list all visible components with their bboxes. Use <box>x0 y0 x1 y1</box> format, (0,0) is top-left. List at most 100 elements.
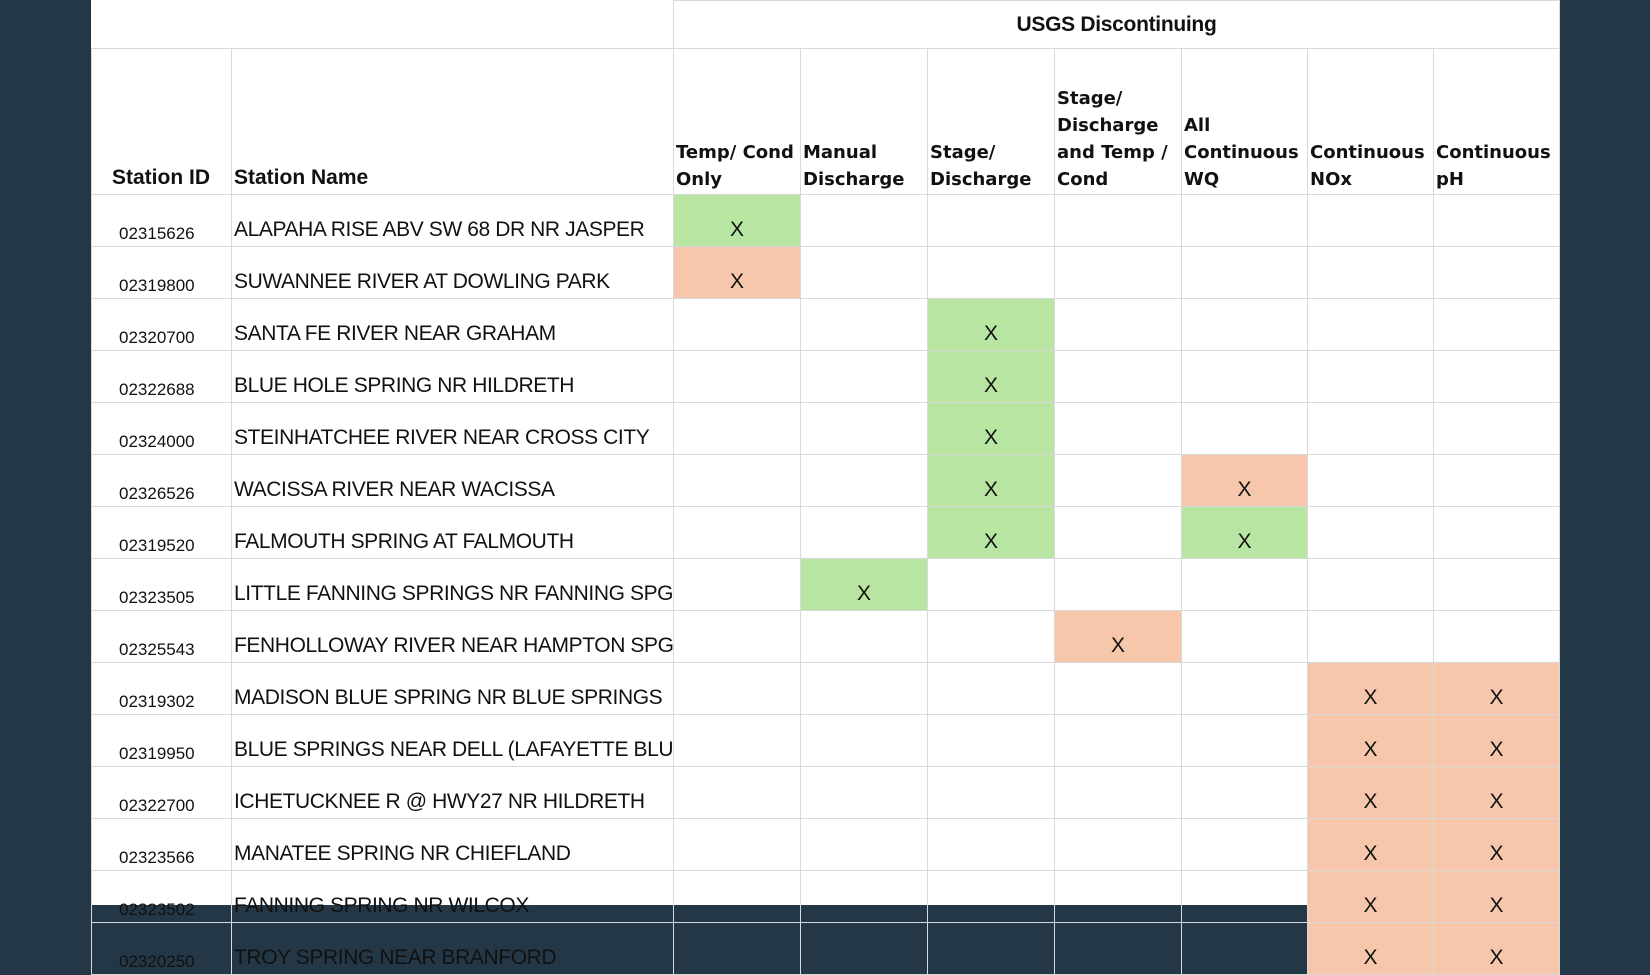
table-row: 02324000 STEINHATCHEE RIVER NEAR CROSS CI… <box>91 402 1561 455</box>
mark-cell: X <box>1432 922 1561 975</box>
station-id-cell: 02320250 <box>91 922 232 975</box>
station-id-cell: 02320700 <box>91 298 232 351</box>
mark-cell: X <box>1307 662 1434 715</box>
empty-cell <box>927 818 1055 871</box>
empty-cell <box>800 870 928 923</box>
empty-cell <box>1054 402 1182 455</box>
empty-cell <box>1054 506 1182 559</box>
station-name-cell: FANNING SPRING NR WILCOX <box>231 870 674 923</box>
empty-cell <box>673 610 801 663</box>
station-id-cell: 02322688 <box>91 350 232 403</box>
super-header: USGS Discontinuing <box>672 0 1561 49</box>
table-row: 02320250 TROY SPRING NEAR BRANFORD X X <box>91 922 1561 975</box>
table-row: 02319302 MADISON BLUE SPRING NR BLUE SPRI… <box>91 662 1561 715</box>
header-station-id: Station ID <box>91 48 232 195</box>
empty-cell <box>1181 714 1308 767</box>
table-body: 02315626 ALAPAHA RISE ABV SW 68 DR NR JAS… <box>91 194 1561 975</box>
empty-cell <box>1307 610 1434 663</box>
mark-cell: X <box>1307 922 1434 975</box>
empty-cell <box>1181 558 1308 611</box>
empty-cell <box>1307 246 1434 299</box>
empty-cell <box>1181 818 1308 871</box>
empty-cell <box>927 922 1055 975</box>
header-blank-cell <box>91 0 674 49</box>
mark-cell: X <box>1432 714 1561 767</box>
empty-cell <box>1054 246 1182 299</box>
station-id-cell: 02325543 <box>91 610 232 663</box>
empty-cell <box>673 402 801 455</box>
empty-cell <box>800 246 928 299</box>
table-row: 02322688 BLUE HOLE SPRING NR HILDRETH X <box>91 350 1561 403</box>
table-row: 02319520 FALMOUTH SPRING AT FALMOUTH X X <box>91 506 1561 559</box>
station-name-cell: BLUE SPRINGS NEAR DELL (LAFAYETTE BLUE) <box>231 714 674 767</box>
empty-cell <box>1181 298 1308 351</box>
empty-cell <box>1054 818 1182 871</box>
mark-cell: X <box>1307 766 1434 819</box>
station-name-cell: ALAPAHA RISE ABV SW 68 DR NR JASPER <box>231 194 674 247</box>
empty-cell <box>1432 506 1561 559</box>
empty-cell <box>927 766 1055 819</box>
header-column: Stage/ Discharge <box>927 48 1055 195</box>
empty-cell <box>927 714 1055 767</box>
empty-cell <box>800 402 928 455</box>
table-row: 02320700 SANTA FE RIVER NEAR GRAHAM X <box>91 298 1561 351</box>
empty-cell <box>673 870 801 923</box>
empty-cell <box>1054 662 1182 715</box>
empty-cell <box>1432 558 1561 611</box>
mark-cell: X <box>1307 714 1434 767</box>
empty-cell <box>673 766 801 819</box>
empty-cell <box>800 766 928 819</box>
header-column: Continuous pH <box>1432 48 1561 195</box>
empty-cell <box>800 662 928 715</box>
empty-cell <box>800 714 928 767</box>
table-row: 02323502 FANNING SPRING NR WILCOX X X <box>91 870 1561 923</box>
table-row: 02326526 WACISSA RIVER NEAR WACISSA X X <box>91 454 1561 507</box>
station-id-cell: 02319520 <box>91 506 232 559</box>
empty-cell <box>927 194 1055 247</box>
header-column: Temp/ Cond Only <box>673 48 801 195</box>
empty-cell <box>1181 922 1308 975</box>
empty-cell <box>1054 922 1182 975</box>
empty-cell <box>1432 246 1561 299</box>
empty-cell <box>800 298 928 351</box>
empty-cell <box>1432 350 1561 403</box>
station-name-cell: BLUE HOLE SPRING NR HILDRETH <box>231 350 674 403</box>
station-name-cell: FENHOLLOWAY RIVER NEAR HAMPTON SPGS <box>231 610 674 663</box>
empty-cell <box>1181 870 1308 923</box>
empty-cell <box>1181 246 1308 299</box>
empty-cell <box>800 194 928 247</box>
table-row: 02323505 LITTLE FANNING SPRINGS NR FANNIN… <box>91 558 1561 611</box>
empty-cell <box>1181 610 1308 663</box>
header-column: Manual Discharge <box>800 48 928 195</box>
station-name-cell: FALMOUTH SPRING AT FALMOUTH <box>231 506 674 559</box>
spreadsheet: USGS Discontinuing Station ID Station Na… <box>91 0 1561 975</box>
empty-cell <box>1054 350 1182 403</box>
table-row: 02322700 ICHETUCKNEE R @ HWY27 NR HILDRET… <box>91 766 1561 819</box>
mark-cell: X <box>1432 662 1561 715</box>
station-name-cell: STEINHATCHEE RIVER NEAR CROSS CITY <box>231 402 674 455</box>
empty-cell <box>1307 454 1434 507</box>
station-id-cell: 02319302 <box>91 662 232 715</box>
empty-cell <box>673 558 801 611</box>
empty-cell <box>1181 402 1308 455</box>
empty-cell <box>1307 402 1434 455</box>
table-row: 02323566 MANATEE SPRING NR CHIEFLAND X X <box>91 818 1561 871</box>
table-row: 02325543 FENHOLLOWAY RIVER NEAR HAMPTON S… <box>91 610 1561 663</box>
empty-cell <box>673 454 801 507</box>
empty-cell <box>673 662 801 715</box>
mark-cell: X <box>1181 454 1308 507</box>
empty-cell <box>673 298 801 351</box>
station-id-cell: 02323502 <box>91 870 232 923</box>
mark-cell: X <box>1432 766 1561 819</box>
station-name-cell: MANATEE SPRING NR CHIEFLAND <box>231 818 674 871</box>
empty-cell <box>1181 350 1308 403</box>
empty-cell <box>927 662 1055 715</box>
empty-cell <box>673 350 801 403</box>
header-column: All Continuous WQ <box>1181 48 1308 195</box>
table-row: 02319800 SUWANNEE RIVER AT DOWLING PARK X <box>91 246 1561 299</box>
station-id-cell: 02322700 <box>91 766 232 819</box>
empty-cell <box>927 246 1055 299</box>
mark-cell: X <box>927 454 1055 507</box>
empty-cell <box>1432 402 1561 455</box>
empty-cell <box>927 558 1055 611</box>
